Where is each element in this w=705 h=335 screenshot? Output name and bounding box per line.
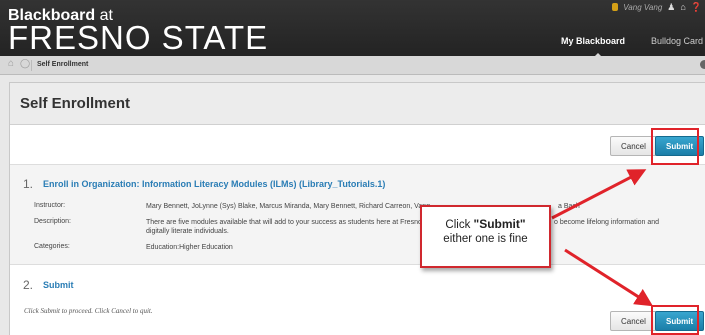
home-icon[interactable]: ⌂ xyxy=(680,2,685,12)
breadcrumb-home-icon[interactable]: ⌂ xyxy=(8,58,14,69)
annotation-callout: Click "Submit" either one is fine xyxy=(420,205,551,268)
instructor-label: Instructor: xyxy=(34,202,66,209)
submit-top-highlight xyxy=(651,128,699,165)
user-status-icon xyxy=(612,3,619,11)
user-area: Vang Vang ♟ ⌂ ❓ xyxy=(609,0,705,14)
breadcrumb-refresh-icon[interactable]: ◯ xyxy=(20,58,30,69)
help-icon[interactable]: ❓ xyxy=(691,2,702,13)
breadcrumb-menu-icon[interactable] xyxy=(700,60,705,69)
description-label: Description: xyxy=(34,218,71,225)
step-1-number: 1. xyxy=(23,177,34,191)
fresno-state-logo[interactable]: FRESNO STATE xyxy=(8,21,268,55)
instructor-value: Mary Bennett, JoLynne (Sys) Blake, Marcu… xyxy=(146,203,431,210)
step-1-title: Enroll in Organization: Information Lite… xyxy=(43,179,386,189)
cancel-button-bottom[interactable]: Cancel xyxy=(610,311,657,331)
callout-prefix: Click xyxy=(445,219,471,231)
callout-line-1: Click "Submit" xyxy=(422,217,549,231)
description-value: There are five modules available that wi… xyxy=(146,219,422,226)
callout-line-2: either one is fine xyxy=(443,233,528,245)
step-enroll: 1. Enroll in Organization: Information L… xyxy=(10,165,705,265)
user-name[interactable]: Vang Vang xyxy=(623,3,662,12)
page-header: Self Enrollment xyxy=(10,83,705,125)
top-header: Blackboard at FRESNO STATE Vang Vang ♟ ⌂… xyxy=(0,0,705,60)
active-tab-indicator xyxy=(591,53,605,60)
page-title: Self Enrollment xyxy=(20,95,131,112)
tab-my-blackboard[interactable]: My Blackboard xyxy=(561,36,625,46)
categories-label: Categories: xyxy=(34,243,70,250)
user-icon[interactable]: ♟ xyxy=(667,2,675,13)
breadcrumb-divider xyxy=(31,60,32,71)
top-action-bar: Cancel Submit xyxy=(10,125,705,165)
callout-emphasis: "Submit" xyxy=(473,217,526,231)
categories-value: Education:Higher Education xyxy=(146,244,233,251)
content-panel: Self Enrollment Cancel Submit 1. Enroll … xyxy=(9,82,705,335)
description-value-tail: o become lifelong information and xyxy=(554,219,660,226)
cancel-button-top[interactable]: Cancel xyxy=(610,136,657,156)
step-2-description: Click Submit to proceed. Click Cancel to… xyxy=(24,307,153,315)
step-2-number: 2. xyxy=(23,278,34,292)
instructor-value-tail: a Bach xyxy=(558,203,580,210)
breadcrumb-current: Self Enrollment xyxy=(37,61,89,68)
submit-bottom-highlight xyxy=(651,305,699,335)
step-2-title: Submit xyxy=(43,280,74,290)
tab-bulldog-card[interactable]: Bulldog Card xyxy=(651,36,703,46)
description-value-line2: digitally literate individuals. xyxy=(146,228,229,235)
